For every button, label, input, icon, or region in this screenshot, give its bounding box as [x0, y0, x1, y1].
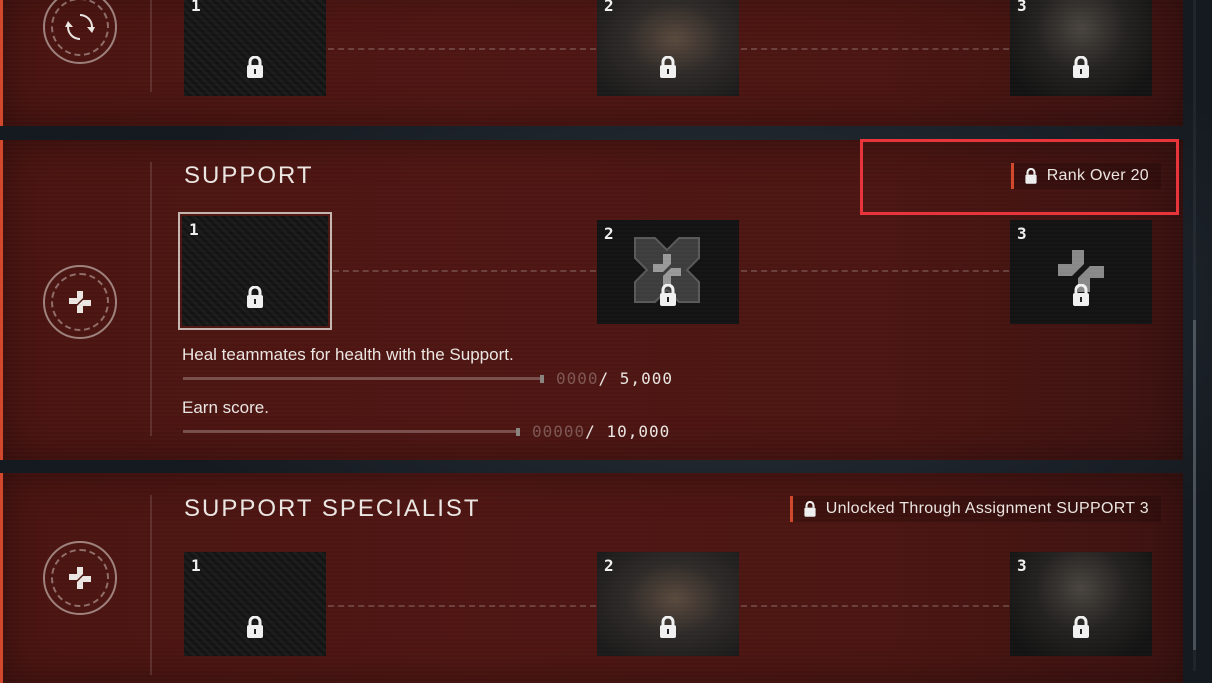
lock-icon: [245, 615, 265, 642]
tier-number: 3: [1017, 224, 1027, 243]
requirement-text: Unlocked Through Assignment SUPPORT 3: [825, 500, 1149, 517]
progress-end-marker: [540, 375, 544, 383]
objective-counter: 00000/ 10,000: [532, 422, 671, 441]
objective-text: Earn score.: [182, 398, 269, 417]
support-emblem-icon: [43, 265, 117, 339]
lock-icon: [658, 55, 678, 82]
divider: [150, 495, 152, 675]
tier-number: 1: [191, 0, 201, 15]
lock-icon: [1071, 283, 1091, 310]
tier-number: 2: [604, 0, 614, 15]
progress-end-marker: [516, 428, 520, 436]
reward-tile-1[interactable]: 1: [184, 0, 326, 96]
objective-text: Heal teammates for health with the Suppo…: [182, 345, 514, 364]
divider: [150, 0, 152, 92]
section-title: SUPPORT SPECIALIST: [184, 495, 481, 522]
tier-number: 2: [604, 224, 614, 243]
reward-tile-1[interactable]: 1: [178, 212, 332, 330]
lock-icon: [245, 285, 265, 312]
refresh-emblem-icon: [43, 0, 117, 64]
reward-tile-2[interactable]: 2: [597, 220, 739, 324]
objective-progress-bar: [183, 430, 519, 433]
lock-icon: [1071, 615, 1091, 642]
highlight-box: [860, 139, 1179, 215]
reward-tile-3[interactable]: 3: [1010, 220, 1152, 324]
tier-connector: [328, 605, 596, 607]
lock-icon: [658, 283, 678, 310]
objective-counter: 0000/ 5,000: [556, 369, 673, 388]
scrollbar-thumb[interactable]: [1193, 320, 1196, 650]
assignment-card-support-specialist[interactable]: SUPPORT SPECIALIST Unlocked Through Assi…: [0, 473, 1183, 683]
tier-number: 3: [1017, 556, 1027, 575]
section-title: SUPPORT: [184, 162, 314, 189]
requirement-label: Unlocked Through Assignment SUPPORT 3: [789, 496, 1161, 522]
reward-tile-2[interactable]: 2: [597, 552, 739, 656]
tier-number: 3: [1017, 0, 1027, 15]
assignment-card-top[interactable]: 1 2 3: [0, 0, 1183, 126]
tier-number: 1: [189, 220, 199, 239]
tier-connector: [741, 605, 1009, 607]
reward-tile-1[interactable]: 1: [184, 552, 326, 656]
reward-tile-3[interactable]: 3: [1010, 552, 1152, 656]
reward-tile-2[interactable]: 2: [597, 0, 739, 96]
divider: [150, 162, 152, 436]
lock-icon: [245, 55, 265, 82]
tier-connector: [328, 48, 596, 50]
tier-connector: [741, 270, 1009, 272]
objective-progress-bar: [183, 377, 543, 380]
tier-connector: [741, 48, 1009, 50]
lock-icon: [1071, 55, 1091, 82]
lock-icon: [804, 501, 816, 517]
tier-connector: [333, 270, 596, 272]
lock-icon: [658, 615, 678, 642]
tier-number: 2: [604, 556, 614, 575]
tier-number: 1: [191, 556, 201, 575]
support-emblem-icon: [43, 541, 117, 615]
reward-tile-3[interactable]: 3: [1010, 0, 1152, 96]
